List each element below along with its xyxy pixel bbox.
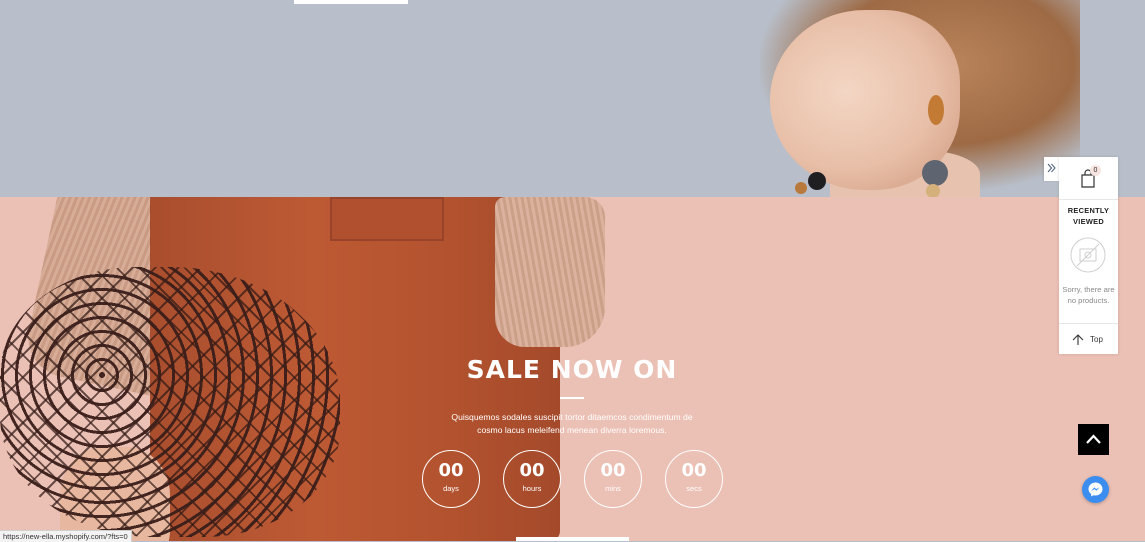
messenger-icon xyxy=(1088,482,1103,497)
earring-bead xyxy=(928,95,944,125)
double-chevron-right-icon xyxy=(1047,163,1056,173)
model-belt xyxy=(330,197,444,241)
earring-bead xyxy=(922,160,948,186)
arrow-up-icon xyxy=(1072,334,1084,345)
countdown-timer: 00 days 00 hours 00 mins 00 secs xyxy=(422,450,726,508)
earring-bead xyxy=(926,184,940,197)
divider xyxy=(1059,323,1118,324)
recently-viewed-title-line2: VIEWED xyxy=(1073,217,1104,226)
recently-viewed-title: RECENTLY VIEWED xyxy=(1059,205,1118,227)
countdown-label: days xyxy=(443,484,459,493)
mesh-bag-image xyxy=(0,267,340,537)
countdown-secs: 00 secs xyxy=(665,450,723,508)
no-image-icon xyxy=(1070,237,1106,273)
top-banner xyxy=(0,0,1145,197)
recently-viewed-toggle[interactable] xyxy=(1044,157,1059,181)
recently-viewed-panel: 0 RECENTLY VIEWED Sorry, there are no pr… xyxy=(1059,157,1118,354)
recently-viewed-empty-message: Sorry, there are no products. xyxy=(1062,285,1115,305)
model-sweater-sleeve xyxy=(495,197,605,347)
cart-count-badge: 0 xyxy=(1090,165,1101,176)
status-bar-url: https://new-ella.myshopify.com/?fts=0 xyxy=(0,530,132,542)
top-banner-button[interactable] xyxy=(294,0,408,4)
shop-now-button[interactable] xyxy=(516,537,629,541)
sale-title: SALE NOW ON xyxy=(466,355,678,384)
recently-viewed-title-line1: RECENTLY xyxy=(1067,206,1110,215)
countdown-days: 00 days xyxy=(422,450,480,508)
sale-divider xyxy=(560,397,584,399)
countdown-hours: 00 hours xyxy=(503,450,561,508)
scroll-top-link[interactable]: Top xyxy=(1059,329,1118,351)
countdown-label: secs xyxy=(686,484,702,493)
countdown-value: 00 xyxy=(600,460,626,481)
sale-banner: SALE NOW ON Quisquemos sodales suscipit … xyxy=(0,197,1145,541)
scroll-top-label: Top xyxy=(1090,335,1103,344)
back-to-top-button[interactable] xyxy=(1078,424,1109,455)
divider xyxy=(1059,199,1118,200)
messenger-chat-button[interactable] xyxy=(1082,476,1109,503)
sale-description: Quisquemos sodales suscipit tortor ditae… xyxy=(451,412,693,435)
held-bead xyxy=(795,182,807,194)
countdown-label: hours xyxy=(522,484,542,493)
countdown-mins: 00 mins xyxy=(584,450,642,508)
countdown-value: 00 xyxy=(681,460,707,481)
sale-content: SALE NOW ON Quisquemos sodales suscipit … xyxy=(372,355,772,436)
countdown-value: 00 xyxy=(438,460,464,481)
held-bead xyxy=(808,172,826,190)
countdown-label: mins xyxy=(605,484,621,493)
countdown-value: 00 xyxy=(519,460,545,481)
chevron-up-icon xyxy=(1086,434,1101,444)
